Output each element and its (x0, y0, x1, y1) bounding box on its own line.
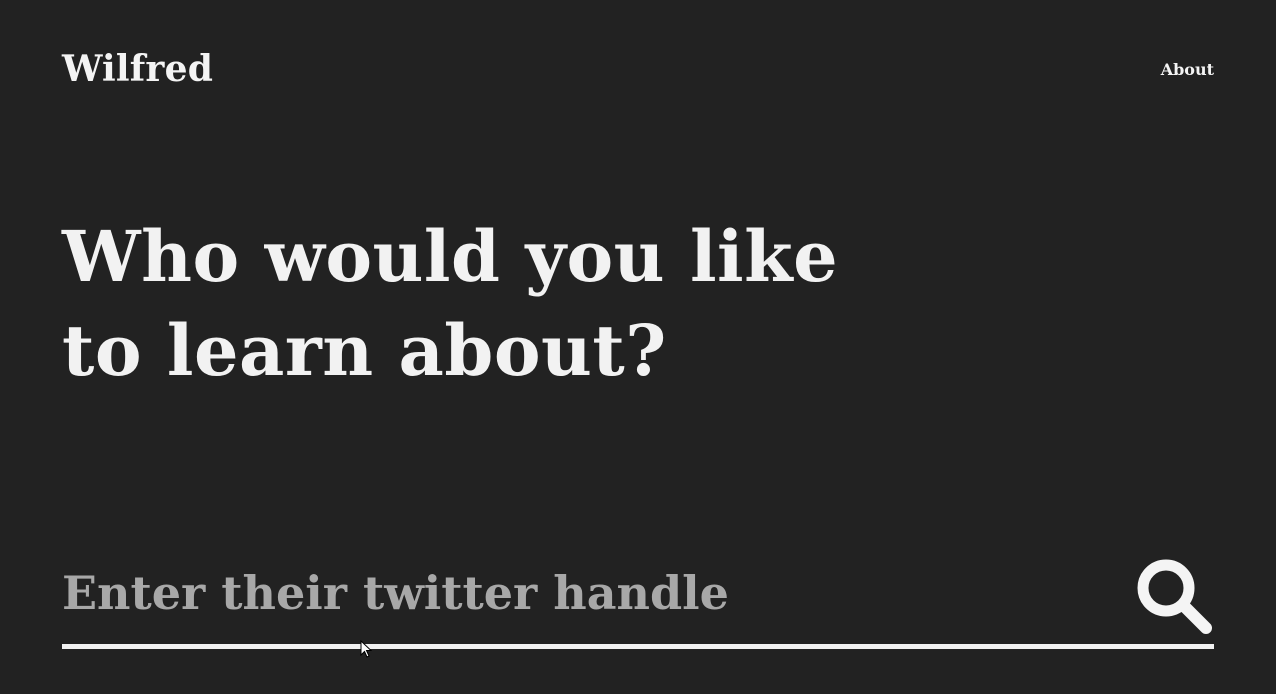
twitter-handle-input[interactable] (62, 560, 1122, 626)
search-form (62, 550, 1214, 650)
page-headline: Who would you like to learn about? (62, 215, 839, 392)
search-underline (62, 644, 1214, 649)
search-button[interactable] (1134, 556, 1214, 636)
nav-about-link[interactable]: About (1161, 60, 1214, 80)
page: Wilfred About Who would you like to lear… (0, 0, 1276, 694)
search-icon (1134, 556, 1214, 636)
mouse-cursor-icon (360, 640, 373, 658)
brand-logo-link[interactable]: Wilfred (62, 46, 213, 92)
